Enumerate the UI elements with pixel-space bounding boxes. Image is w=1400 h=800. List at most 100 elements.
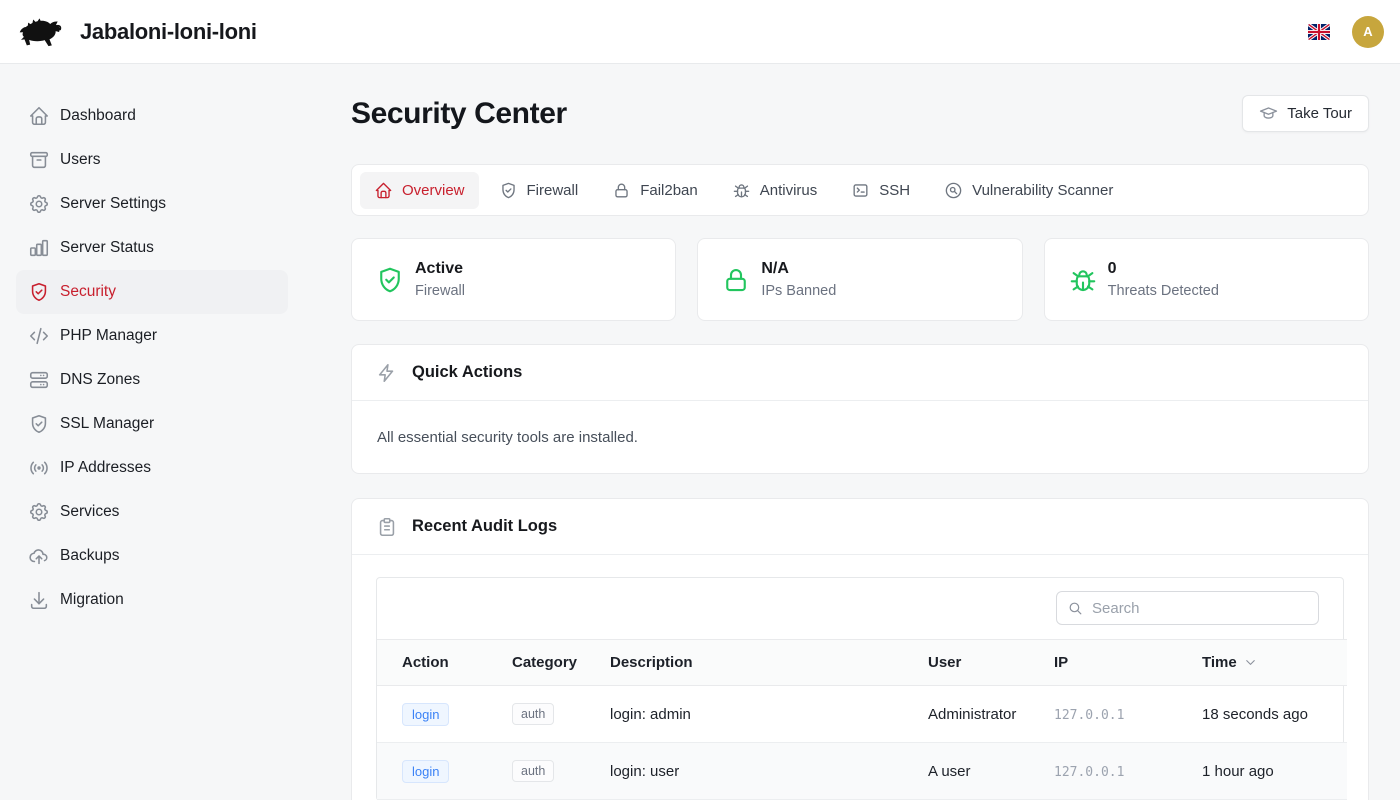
log-user: Administrator: [928, 706, 1016, 723]
bug-icon: [732, 181, 751, 200]
tab-antivirus[interactable]: Antivirus: [718, 172, 832, 209]
uk-flag-icon[interactable]: [1308, 24, 1330, 40]
brand-home-link[interactable]: Jabaloni-loni-loni: [16, 13, 257, 51]
sidebar-item-label: Server Status: [60, 239, 154, 257]
sidebar-item-security[interactable]: Security: [16, 270, 288, 314]
audit-search-box: [1056, 591, 1319, 625]
search-input[interactable]: [1092, 600, 1308, 617]
column-header-description[interactable]: Description: [610, 640, 928, 686]
status-card-threats-detected: 0 Threats Detected: [1044, 238, 1369, 321]
page-title: Security Center: [351, 97, 567, 131]
sidebar-item-dns-zones[interactable]: DNS Zones: [16, 358, 288, 402]
broadcast-icon: [28, 457, 50, 479]
log-time: 18 seconds ago: [1202, 706, 1308, 723]
tab-label: Firewall: [527, 182, 579, 199]
category-badge: auth: [512, 760, 554, 782]
chevron-down-icon: [1243, 655, 1258, 670]
main-content: Security Center Take Tour Overview Firewa…: [336, 64, 1400, 800]
status-card-ips-banned: N/A IPs Banned: [697, 238, 1022, 321]
sidebar-item-label: Migration: [60, 591, 124, 609]
terminal-icon: [851, 181, 870, 200]
sidebar-item-label: Dashboard: [60, 107, 136, 125]
sidebar-item-server-settings[interactable]: Server Settings: [16, 182, 288, 226]
tab-firewall[interactable]: Firewall: [485, 172, 593, 209]
home-icon: [374, 181, 393, 200]
tab-overview[interactable]: Overview: [360, 172, 479, 209]
sidebar-item-services[interactable]: Services: [16, 490, 288, 534]
shield-check-icon: [499, 181, 518, 200]
gear-icon: [28, 193, 50, 215]
sidebar-item-migration[interactable]: Migration: [16, 578, 288, 622]
sidebar-item-label: Backups: [60, 547, 119, 565]
sidebar-item-label: DNS Zones: [60, 371, 140, 389]
sidebar-item-server-status[interactable]: Server Status: [16, 226, 288, 270]
tab-vulnerability-scanner[interactable]: Vulnerability Scanner: [930, 172, 1127, 209]
cloud-upload-icon: [28, 545, 50, 567]
download-icon: [28, 589, 50, 611]
tab-label: Fail2ban: [640, 182, 698, 199]
log-user: A user: [928, 763, 971, 780]
quick-actions-message: All essential security tools are install…: [352, 401, 1368, 473]
action-badge[interactable]: login: [402, 760, 449, 783]
quick-actions-title: Quick Actions: [412, 363, 522, 382]
log-time: 1 hour ago: [1202, 763, 1274, 780]
sidebar-item-ip-addresses[interactable]: IP Addresses: [16, 446, 288, 490]
log-description: login: user: [610, 763, 679, 780]
audit-log-row: login auth login: user A user 127.0.0.1 1 hou…: [377, 743, 1347, 800]
shield-check-icon: [28, 413, 50, 435]
sidebar-item-label: SSL Manager: [60, 415, 154, 433]
column-header-category[interactable]: Category: [512, 640, 610, 686]
status-card-firewall: Active Firewall: [351, 238, 676, 321]
log-description: login: admin: [610, 706, 691, 723]
column-header-ip[interactable]: IP: [1054, 640, 1202, 686]
server-icon: [28, 369, 50, 391]
audit-table-container: ActionCategoryDescriptionUserIPTime logi…: [376, 577, 1344, 800]
sidebar-nav: Dashboard Users Server Settings Server Stat…: [0, 64, 336, 800]
audit-logs-title: Recent Audit Logs: [412, 517, 557, 536]
status-label: Firewall: [415, 283, 465, 299]
log-ip: 127.0.0.1: [1054, 708, 1124, 723]
lock-icon: [721, 265, 751, 295]
log-ip: 127.0.0.1: [1054, 765, 1124, 780]
graduation-cap-icon: [1259, 104, 1278, 123]
status-value: N/A: [761, 260, 836, 278]
status-label: IPs Banned: [761, 283, 836, 299]
audit-logs-card: Recent Audit Logs ActionCategoryDescript…: [351, 498, 1369, 800]
tab-ssh[interactable]: SSH: [837, 172, 924, 209]
sidebar-item-users[interactable]: Users: [16, 138, 288, 182]
take-tour-button[interactable]: Take Tour: [1242, 95, 1369, 132]
search-icon: [1067, 600, 1084, 617]
sidebar-item-label: PHP Manager: [60, 327, 157, 345]
tab-label: Antivirus: [760, 182, 818, 199]
category-badge: auth: [512, 703, 554, 725]
sidebar-item-backups[interactable]: Backups: [16, 534, 288, 578]
shield-check-icon: [375, 265, 405, 295]
action-badge[interactable]: login: [402, 703, 449, 726]
status-value: 0: [1108, 260, 1219, 278]
clipboard-icon: [376, 516, 398, 538]
tab-label: SSH: [879, 182, 910, 199]
sidebar-item-label: Users: [60, 151, 100, 169]
sidebar-item-php-manager[interactable]: PHP Manager: [16, 314, 288, 358]
gear-icon: [28, 501, 50, 523]
sidebar-item-ssl-manager[interactable]: SSL Manager: [16, 402, 288, 446]
column-header-user[interactable]: User: [928, 640, 1054, 686]
sidebar-item-dashboard[interactable]: Dashboard: [16, 94, 288, 138]
lock-icon: [612, 181, 631, 200]
sidebar-item-label: Services: [60, 503, 119, 521]
security-tabs: Overview Firewall Fail2ban Antivirus SSH Vuln…: [351, 164, 1369, 216]
column-header-time[interactable]: Time: [1202, 640, 1347, 686]
home-icon: [28, 105, 50, 127]
status-label: Threats Detected: [1108, 283, 1219, 299]
archive-icon: [28, 149, 50, 171]
tab-fail2ban[interactable]: Fail2ban: [598, 172, 712, 209]
user-avatar[interactable]: A: [1352, 16, 1384, 48]
boar-logo-icon: [16, 13, 66, 51]
status-value: Active: [415, 260, 465, 278]
column-header-action[interactable]: Action: [377, 640, 512, 686]
sidebar-item-label: Server Settings: [60, 195, 166, 213]
chart-bars-icon: [28, 237, 50, 259]
shield-check-icon: [28, 281, 50, 303]
sidebar-item-label: IP Addresses: [60, 459, 151, 477]
code-icon: [28, 325, 50, 347]
